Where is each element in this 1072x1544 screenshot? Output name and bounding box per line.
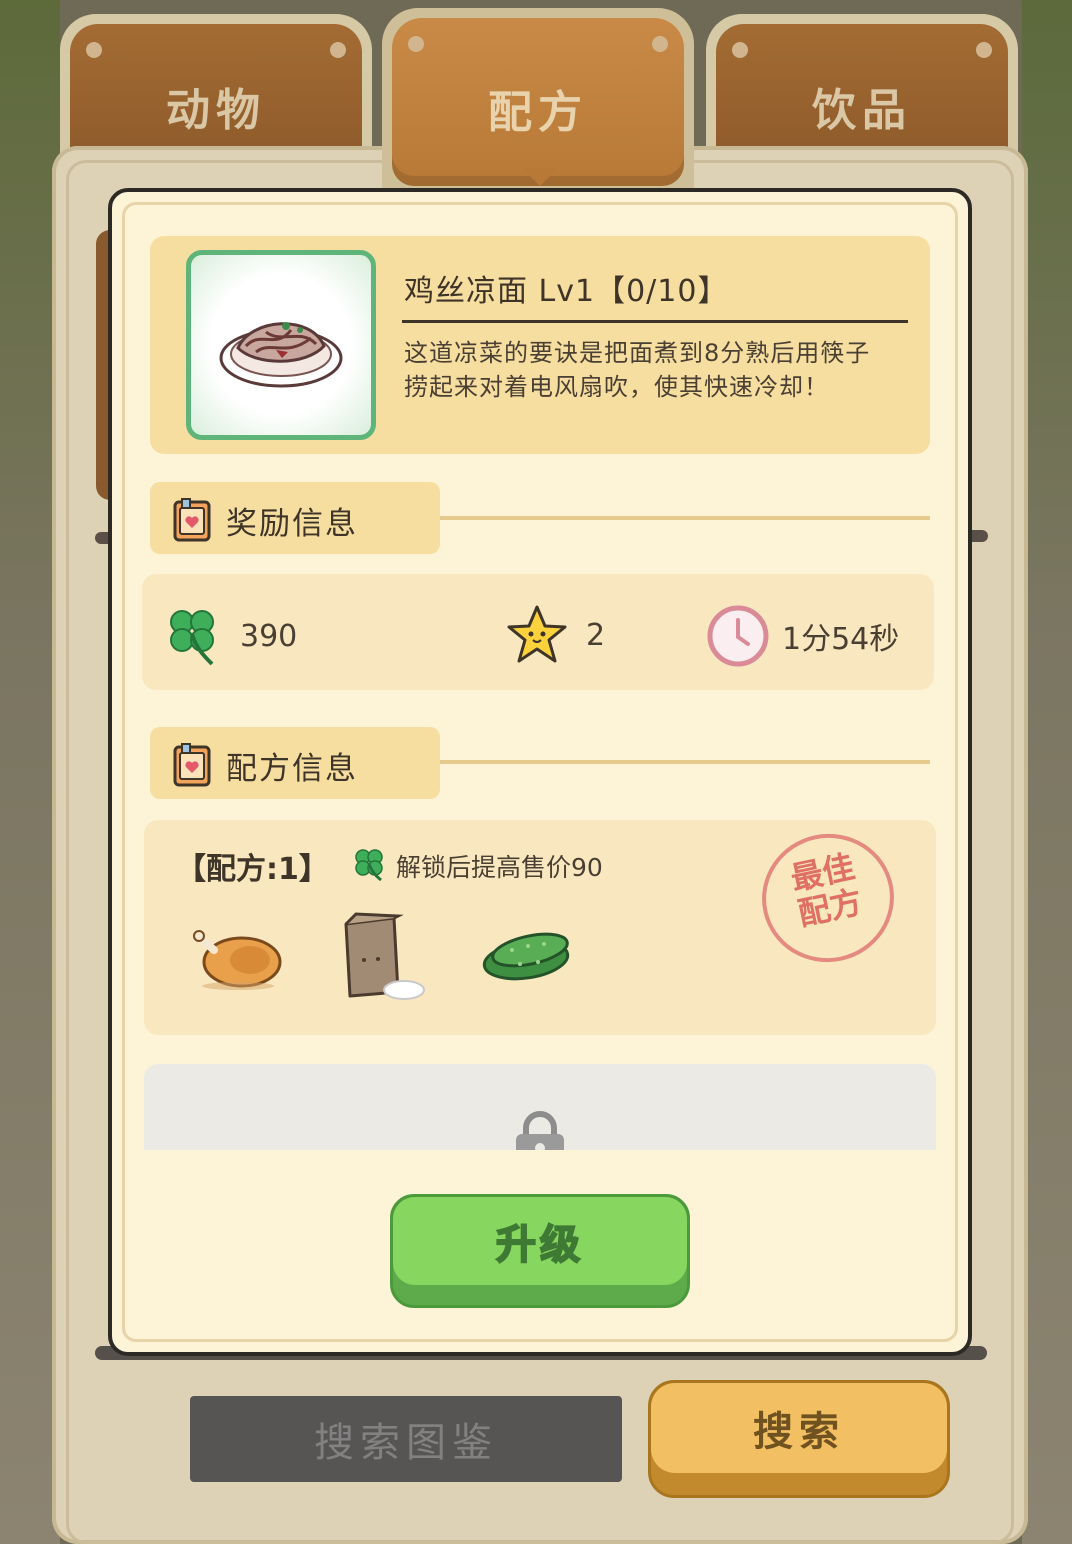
tab-animals[interactable]: 动物	[60, 14, 372, 164]
dish-title: 鸡丝凉面 Lv1【0/10】	[404, 274, 729, 309]
active-tab-pointer	[522, 168, 558, 186]
lock-icon	[516, 1111, 564, 1150]
reward-section-header: 奖励信息	[150, 482, 440, 554]
recipe-book-icon	[173, 498, 211, 542]
tab-label: 配方	[488, 87, 588, 138]
background-left	[0, 0, 60, 1544]
star-icon	[507, 605, 567, 663]
clover-icon	[170, 610, 214, 666]
recipe-section-header: 配方信息	[150, 727, 440, 799]
section-divider	[440, 516, 930, 520]
upgrade-button-label: 升级	[495, 1221, 584, 1269]
search-catalog-button[interactable]: 搜索图鉴	[190, 1396, 622, 1482]
tab-label: 动物	[166, 85, 266, 136]
tab-rivet	[408, 36, 424, 52]
tab-label: 饮品	[812, 85, 912, 136]
recipe-number: 【配方:1】	[176, 852, 329, 887]
clover-icon	[355, 849, 383, 882]
search-button[interactable]: 搜索	[648, 1380, 950, 1498]
cucumber-icon	[482, 932, 570, 981]
tab-rivet	[86, 42, 102, 58]
reward-time: 1分54秒	[706, 604, 899, 668]
reward-section-title: 奖励信息	[226, 506, 358, 542]
section-divider	[440, 760, 930, 764]
flour-bag-icon	[344, 912, 425, 1000]
tab-recipes[interactable]: 配方	[382, 8, 694, 188]
search-catalog-label: 搜索图鉴	[314, 1420, 498, 1466]
star-count: 2	[586, 617, 606, 653]
tab-rivet	[732, 42, 748, 58]
clock-icon	[707, 605, 769, 667]
tab-drinks[interactable]: 饮品	[706, 14, 1018, 164]
recipe-book-icon	[173, 743, 211, 787]
dish-image[interactable]	[186, 250, 376, 440]
tab-rivet	[330, 42, 346, 58]
cook-time: 1分54秒	[782, 622, 900, 657]
roast-chicken-icon	[193, 930, 282, 990]
locked-recipe-slot	[144, 1064, 936, 1150]
tab-rivet	[976, 42, 992, 58]
background-right	[1022, 0, 1072, 1544]
unlock-bonus-text: 解锁后提高售价90	[396, 853, 603, 882]
tab-rivet	[652, 36, 668, 52]
clover-count: 390	[240, 618, 298, 654]
upgrade-button[interactable]: 升级	[390, 1194, 690, 1308]
noodle-plate-icon	[219, 322, 343, 388]
reward-clover: 390	[164, 604, 297, 668]
dish-description: 这道凉菜的要诀是把面煮到8分熟后用筷子捞起来对着电风扇吹，使其快速冷却！	[404, 339, 871, 401]
search-button-label: 搜索	[753, 1409, 845, 1455]
recipe-section-title: 配方信息	[226, 751, 358, 787]
reward-stars: 2	[506, 604, 605, 666]
title-divider	[402, 320, 908, 323]
